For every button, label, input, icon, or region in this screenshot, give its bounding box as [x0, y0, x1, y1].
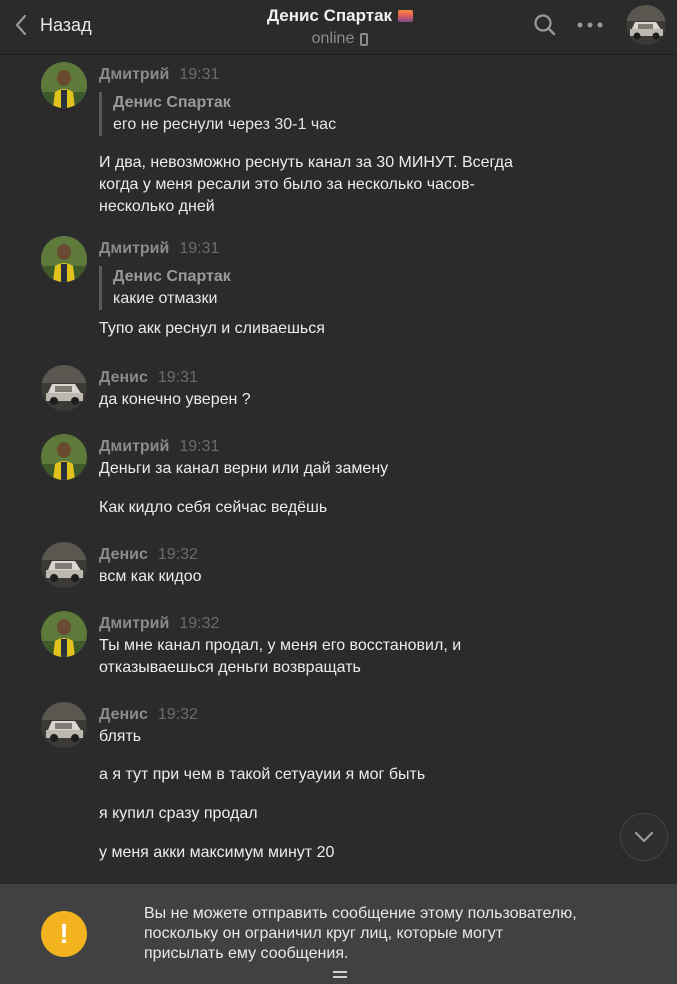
author-name[interactable]: Денис	[99, 706, 148, 724]
author-name[interactable]: Денис	[99, 546, 148, 564]
message-line: Деньги за канал верни или дай замену	[99, 460, 389, 477]
message-line: Как кидло себя сейчас ведёшь	[99, 499, 328, 516]
more-options-button[interactable]	[575, 12, 605, 38]
message-time: 19:32	[157, 546, 198, 563]
message-line: отказываешься деньги возвращать	[99, 659, 361, 676]
avatar[interactable]	[41, 365, 87, 411]
message-time: 19:31	[179, 438, 220, 455]
sunset-emoji-icon	[398, 10, 414, 22]
scroll-down-button[interactable]	[620, 813, 668, 861]
conversation-title: Денис Спартак	[266, 6, 393, 25]
conversation-info[interactable]: Денис Спартак online	[200, 6, 480, 48]
phone-icon	[360, 32, 369, 46]
message-text: всм как кидоо	[99, 566, 599, 588]
message-line: несколько дней	[99, 198, 215, 215]
message-line: Ты мне канал продал, у меня его восстано…	[99, 637, 462, 654]
message-text: Тупо акк реснул и сливаешься	[99, 318, 599, 340]
message-line: блять	[99, 728, 142, 745]
back-button[interactable]: Назад	[10, 10, 92, 40]
avatar[interactable]	[41, 542, 87, 588]
quote-author: Денис Спартак	[113, 268, 231, 285]
more-dots-icon	[577, 22, 603, 28]
message-time: 19:31	[179, 66, 220, 83]
avatar[interactable]	[41, 702, 87, 748]
chat-window: Назад Денис Спартак online Дмитрий 19:31…	[0, 0, 677, 984]
message-line: у меня акки максимум минут 20	[99, 844, 335, 861]
warning-icon: !	[41, 911, 87, 957]
message-text: Деньги за канал верни или дай замену Как…	[99, 458, 599, 519]
quote-text: какие отмазки	[113, 290, 218, 307]
search-button[interactable]	[532, 12, 558, 38]
avatar[interactable]	[41, 434, 87, 480]
blocked-notice-text: Вы не можете отправить сообщение этому п…	[144, 904, 644, 964]
message-line: всм как кидоо	[99, 568, 202, 585]
message-line: Тупо акк реснул и сливаешься	[99, 320, 325, 337]
search-icon	[534, 14, 556, 36]
message-text: блять а я тут при чем в такой сетуауии я…	[99, 726, 599, 864]
quote-text: его не реснули через 30-1 час	[113, 116, 337, 133]
author-name[interactable]: Денис	[99, 369, 148, 387]
quoted-message[interactable]: Денис Спартак какие отмазки	[99, 266, 231, 310]
message-line: И два, невозможно реснуть канал за 30 МИ…	[99, 154, 513, 171]
author-name[interactable]: Дмитрий	[99, 615, 169, 633]
message-line: я купил сразу продал	[99, 805, 258, 822]
notice-line: Вы не можете отправить сообщение этому п…	[144, 905, 577, 922]
message-text: да конечно уверен ?	[99, 389, 599, 411]
author-name[interactable]: Дмитрий	[99, 66, 169, 84]
notice-line: присылать ему сообщения.	[144, 945, 349, 962]
online-status: online	[311, 30, 355, 47]
back-label: Назад	[40, 14, 92, 35]
message-time: 19:31	[179, 240, 220, 257]
header-avatar[interactable]	[626, 5, 666, 45]
message-list[interactable]: Дмитрий 19:31 Денис Спартак его не ресну…	[0, 56, 677, 884]
message-line: когда у меня ресали это было за нескольк…	[99, 176, 475, 193]
message-text: И два, невозможно реснуть канал за 30 МИ…	[99, 152, 599, 218]
message-time: 19:32	[179, 615, 220, 632]
chevron-left-icon	[10, 11, 32, 39]
avatar[interactable]	[41, 62, 87, 108]
message-time: 19:31	[157, 369, 198, 386]
message-line: да конечно уверен ?	[99, 391, 251, 408]
message-line: а я тут при чем в такой сетуауии я мог б…	[99, 766, 426, 783]
author-name[interactable]: Дмитрий	[99, 438, 169, 456]
chat-header: Назад Денис Спартак online	[0, 0, 677, 55]
quote-author: Денис Спартак	[113, 94, 231, 111]
avatar[interactable]	[41, 236, 87, 282]
message-text: Ты мне канал продал, у меня его восстано…	[99, 635, 599, 679]
author-name[interactable]: Дмитрий	[99, 240, 169, 258]
chevron-down-icon	[634, 831, 654, 843]
quoted-message[interactable]: Денис Спартак его не реснули через 30-1 …	[99, 92, 336, 136]
message-time: 19:32	[157, 706, 198, 723]
avatar[interactable]	[41, 611, 87, 657]
drag-handle[interactable]	[333, 971, 347, 978]
notice-line: поскольку он ограничил круг лиц, которые…	[144, 925, 504, 942]
